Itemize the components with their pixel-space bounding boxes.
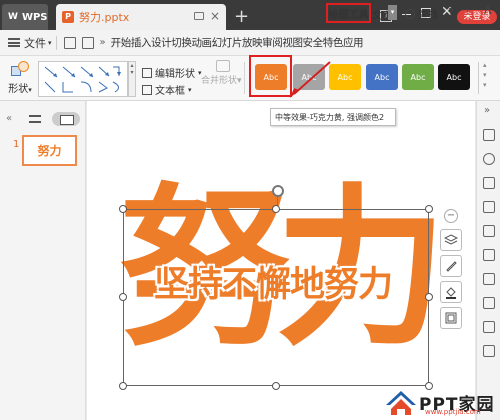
shape-pane-icon[interactable] [483, 177, 495, 189]
tab-screen-icon[interactable] [194, 12, 204, 20]
resize-handle-w[interactable] [119, 293, 127, 301]
style-label: Abc [446, 72, 462, 82]
search-icon [405, 8, 415, 19]
animation-icon[interactable] [483, 201, 495, 213]
pen-button[interactable] [440, 255, 462, 277]
right-panel: » [476, 101, 500, 420]
house-logo-icon [383, 387, 419, 417]
text-box-button[interactable]: 文本框 ▾ [142, 82, 192, 97]
document-tab[interactable]: P 努力.pptx × [56, 4, 226, 30]
shape-button[interactable]: 形状▾ [6, 60, 34, 95]
style-label: Abc [410, 72, 426, 82]
style-label: Abc [374, 72, 390, 82]
help-button[interactable]: ? [448, 6, 454, 19]
floating-toolbar: − [440, 205, 464, 335]
slide-thumbnail[interactable]: 努力 [22, 135, 77, 166]
resize-handle-ne[interactable] [425, 205, 433, 213]
search-button[interactable]: 查找 [405, 6, 438, 21]
image-icon[interactable] [483, 321, 495, 333]
style-label: Abc [337, 72, 353, 82]
styles-divider [478, 62, 479, 94]
tabs-overflow-button[interactable]: ▾ [388, 5, 397, 20]
resize-handle-nw[interactable] [119, 205, 127, 213]
wps-tab-label: WPS [21, 11, 48, 23]
search-label: 查找 [418, 10, 438, 21]
selected-style-highlight [249, 55, 292, 97]
fill-bucket-icon [446, 287, 456, 299]
menu-bar: 文件 ▾ » 开始插入设计切换动画幻灯片放映审阅视图安全特色应用 [0, 30, 500, 56]
shape-style-green[interactable]: Abc [402, 64, 434, 90]
layers-icon [444, 234, 458, 245]
resize-handle-e[interactable] [425, 293, 433, 301]
watermark: PPT家园 www.pptjia.com [383, 384, 499, 420]
settings-icon[interactable] [483, 153, 495, 165]
shape-style-gold[interactable]: Abc [329, 64, 361, 90]
layers-button[interactable] [440, 229, 462, 251]
text-box-icon [142, 84, 152, 95]
collapse-panel-icon[interactable]: « [6, 113, 12, 124]
pointer-icon[interactable] [483, 273, 495, 285]
expand-right-icon[interactable]: » [484, 105, 490, 116]
hamburger-menu-icon[interactable] [8, 38, 20, 47]
shapes-icon [9, 60, 31, 78]
watermark-url: www.pptjia.com [425, 408, 481, 416]
wps-logo-icon: W [8, 12, 18, 22]
edit-shape-label: 编辑形状 [155, 69, 195, 80]
merge-shape-button[interactable]: 合并形状▾ [201, 73, 242, 86]
tab-drawing-tools[interactable]: 绘图工具 [326, 3, 371, 23]
more-options-icon[interactable]: ⁝ [466, 5, 470, 18]
shape-style-blue[interactable]: Abc [366, 64, 398, 90]
collapse-ribbon-icon[interactable]: ᐱ [484, 4, 492, 17]
selection-box[interactable] [123, 209, 429, 386]
resize-handle-n[interactable] [272, 205, 280, 213]
ribbon-divider [244, 62, 245, 94]
print-icon[interactable] [81, 36, 94, 49]
tab-close-icon[interactable]: × [210, 9, 220, 23]
document-tab-label: 努力.pptx [79, 11, 130, 24]
edit-shape-button[interactable]: 编辑形状 ▾ [142, 65, 202, 80]
shape-style-gray[interactable]: Abc [293, 64, 325, 90]
share-icon[interactable] [483, 297, 495, 309]
pen-icon [446, 261, 457, 272]
slide-number: 1 [13, 139, 20, 150]
slide-canvas[interactable]: 努 力 坚持不懈地努力 [87, 101, 475, 420]
chevron-down-icon[interactable]: ▾ [48, 39, 52, 47]
outline-view-icon[interactable] [29, 115, 41, 123]
more-quick-actions-icon[interactable]: » [100, 37, 106, 48]
store-icon[interactable] [483, 249, 495, 261]
ribbon-tabs[interactable]: 开始插入设计切换动画幻灯片放映审阅视图安全特色应用 [111, 35, 364, 50]
style-pane-icon[interactable] [483, 129, 495, 141]
style-tooltip: 中等效果-巧克力黄, 强调颜色2 [270, 108, 396, 126]
shape-style-black[interactable]: Abc [438, 64, 470, 90]
frame-icon [445, 312, 457, 324]
wps-home-tab[interactable]: W WPS [2, 4, 48, 30]
merge-shape-icon [216, 60, 230, 72]
styles-more-button[interactable]: ▴ ▾ ▾ [483, 60, 487, 90]
rotate-handle[interactable] [272, 185, 284, 197]
save-icon[interactable] [63, 36, 76, 49]
frame-button[interactable] [440, 307, 462, 329]
arrow-shapes-icon [44, 66, 121, 93]
slides-panel: « 1 努力 [0, 101, 86, 420]
menu-divider [55, 35, 57, 50]
zoom-out-icon[interactable]: − [444, 209, 458, 223]
cut-icon[interactable] [483, 225, 495, 237]
style-label: Abc [301, 72, 317, 82]
resize-handle-sw[interactable] [119, 382, 127, 390]
fill-button[interactable] [440, 281, 462, 303]
resize-handle-s[interactable] [272, 382, 280, 390]
new-tab-button[interactable]: + [234, 6, 249, 27]
backup-icon[interactable] [483, 345, 495, 357]
shape-button-label: 形状 [8, 84, 29, 95]
text-box-label: 文本框 [155, 86, 185, 97]
pptx-file-icon: P [62, 11, 74, 23]
slides-view-toggle[interactable] [52, 112, 80, 126]
edit-shape-icon [142, 67, 152, 78]
shape-gallery[interactable] [38, 61, 128, 97]
merge-shape-label: 合并形状 [201, 76, 238, 86]
gallery-scroll-button[interactable]: ▴ ▾ [128, 61, 136, 97]
menu-file[interactable]: 文件 [24, 35, 46, 51]
